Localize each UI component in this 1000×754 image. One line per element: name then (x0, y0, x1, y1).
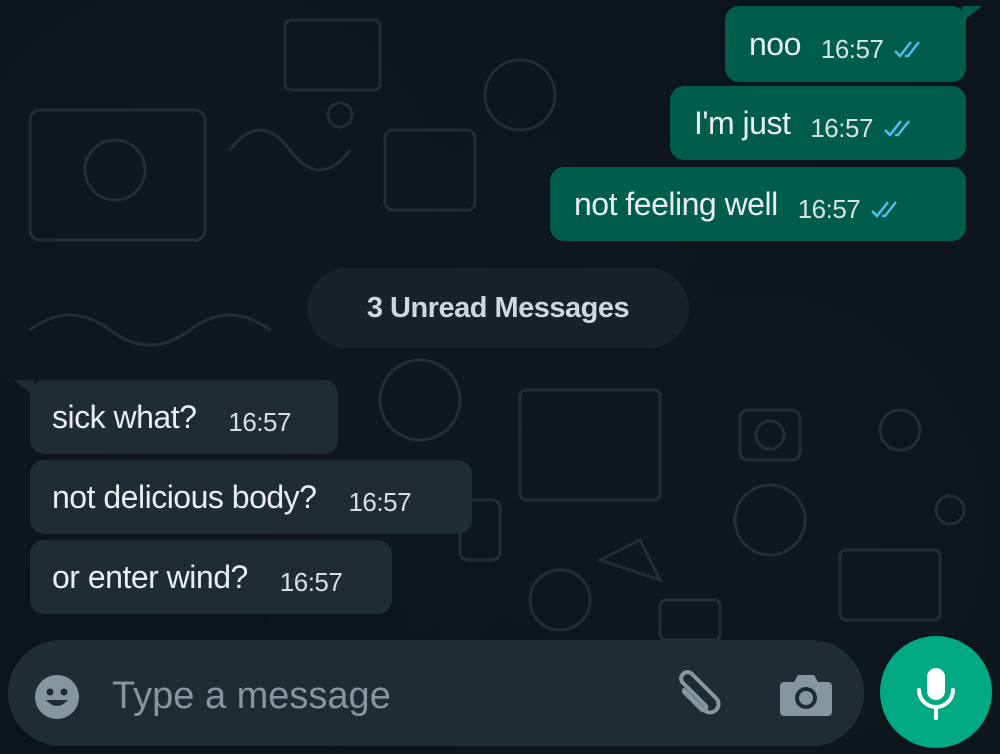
incoming-message[interactable]: or enter wind? 16:57 (30, 540, 392, 614)
unread-messages-divider: 3 Unread Messages (307, 268, 689, 348)
outgoing-message[interactable]: I'm just 16:57 (670, 86, 966, 160)
message-input[interactable] (110, 665, 654, 727)
double-check-read-icon (894, 41, 921, 58)
message-text: or enter wind? (52, 558, 248, 595)
microphone-button[interactable] (880, 636, 992, 748)
outgoing-message[interactable]: noo 16:57 (725, 6, 966, 82)
message-text: not delicious body? (52, 478, 317, 515)
bubble-tail (962, 6, 982, 22)
double-check-read-icon (871, 201, 898, 218)
incoming-message[interactable]: not delicious body? 16:57 (30, 460, 472, 534)
camera-icon[interactable] (778, 670, 834, 718)
message-time: 16:57 (279, 566, 343, 597)
message-time: 16:57 (820, 33, 884, 64)
message-text: I'm just (694, 104, 791, 141)
message-text: noo (749, 25, 801, 62)
paperclip-icon[interactable] (670, 668, 726, 724)
double-check-read-icon (884, 120, 910, 137)
message-text: not feeling well (574, 185, 778, 222)
message-text: sick what? (52, 398, 197, 435)
emoji-icon[interactable] (34, 674, 80, 720)
message-time: 16:57 (228, 406, 291, 437)
message-time: 16:57 (797, 193, 861, 224)
microphone-icon (917, 668, 955, 720)
message-time: 16:57 (348, 486, 412, 517)
incoming-message[interactable]: sick what? 16:57 (30, 380, 338, 454)
message-time: 16:57 (810, 112, 873, 143)
unread-count-label: 3 Unread Messages (366, 291, 630, 324)
outgoing-message[interactable]: not feeling well 16:57 (550, 167, 966, 241)
